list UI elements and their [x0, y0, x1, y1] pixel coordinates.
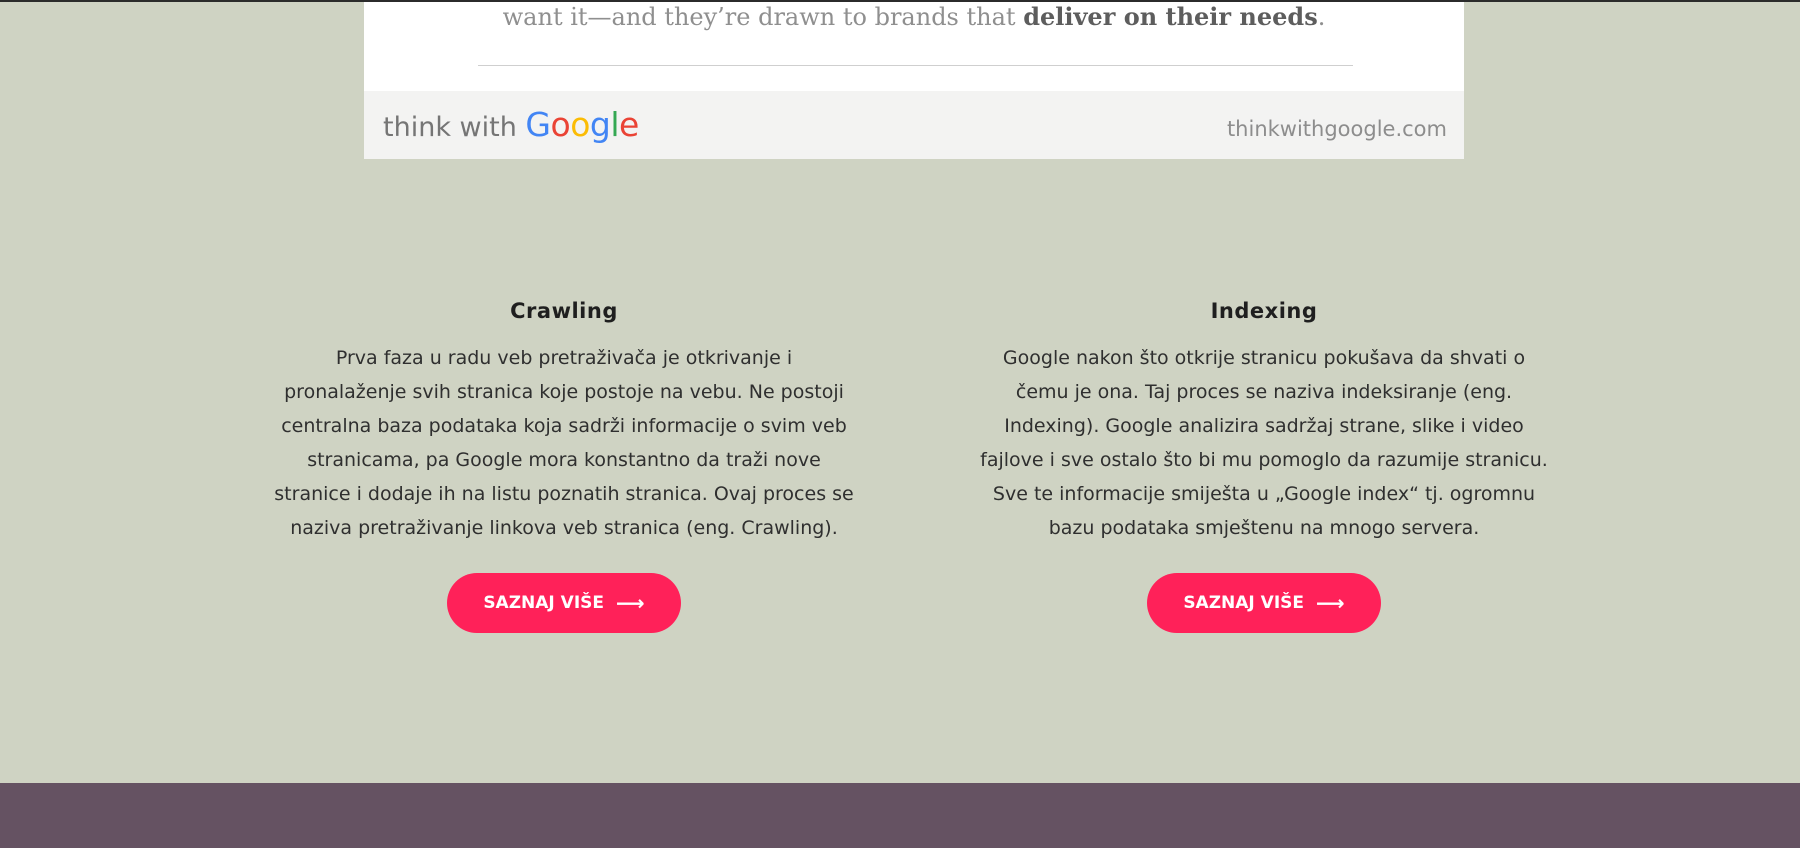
- infographic-quote: want it—and they’re drawn to brands that…: [364, 2, 1464, 32]
- logo-letter: o: [570, 105, 590, 144]
- learn-more-button-indexing[interactable]: SAZNAJ VIŠE ⟶: [1147, 573, 1381, 633]
- feature-crawling: Crawling Prva faza u radu veb pretraživa…: [274, 293, 854, 633]
- button-label: SAZNAJ VIŠE: [1183, 593, 1305, 613]
- think-with-google-infographic: want it—and they’re drawn to brands that…: [364, 2, 1464, 159]
- logo-prefix: think with: [383, 112, 526, 143]
- learn-more-button-crawling[interactable]: SAZNAJ VIŠE ⟶: [447, 573, 681, 633]
- feature-title: Crawling: [510, 299, 618, 323]
- feature-title: Indexing: [1210, 299, 1318, 323]
- infographic-footer: think with Google thinkwithgoogle.com: [364, 91, 1464, 159]
- logo-letter: g: [589, 105, 611, 144]
- infographic-divider: [478, 65, 1353, 66]
- quote-emphasis: deliver on their needs: [1023, 2, 1318, 31]
- button-label: SAZNAJ VIŠE: [483, 593, 605, 613]
- arrow-right-icon: ⟶: [616, 591, 645, 615]
- logo-letter: e: [619, 105, 639, 144]
- quote-text: want it—and they’re drawn to brands that: [502, 3, 1024, 31]
- logo-letter: G: [525, 105, 551, 144]
- feature-description: Google nakon što otkrije stranicu pokuša…: [980, 347, 1548, 539]
- think-with-google-logo: think with Google: [383, 107, 639, 146]
- google-wordmark: Google: [525, 105, 639, 144]
- logo-letter: l: [610, 105, 620, 144]
- footer-band: [0, 783, 1800, 848]
- logo-letter: o: [550, 105, 571, 144]
- feature-description: Prva faza u radu veb pretraživača je otk…: [274, 347, 854, 539]
- quote-end: .: [1317, 3, 1326, 31]
- think-with-google-url: thinkwithgoogle.com: [1226, 117, 1447, 141]
- arrow-right-icon: ⟶: [1316, 591, 1345, 615]
- feature-indexing: Indexing Google nakon što otkrije strani…: [974, 293, 1554, 633]
